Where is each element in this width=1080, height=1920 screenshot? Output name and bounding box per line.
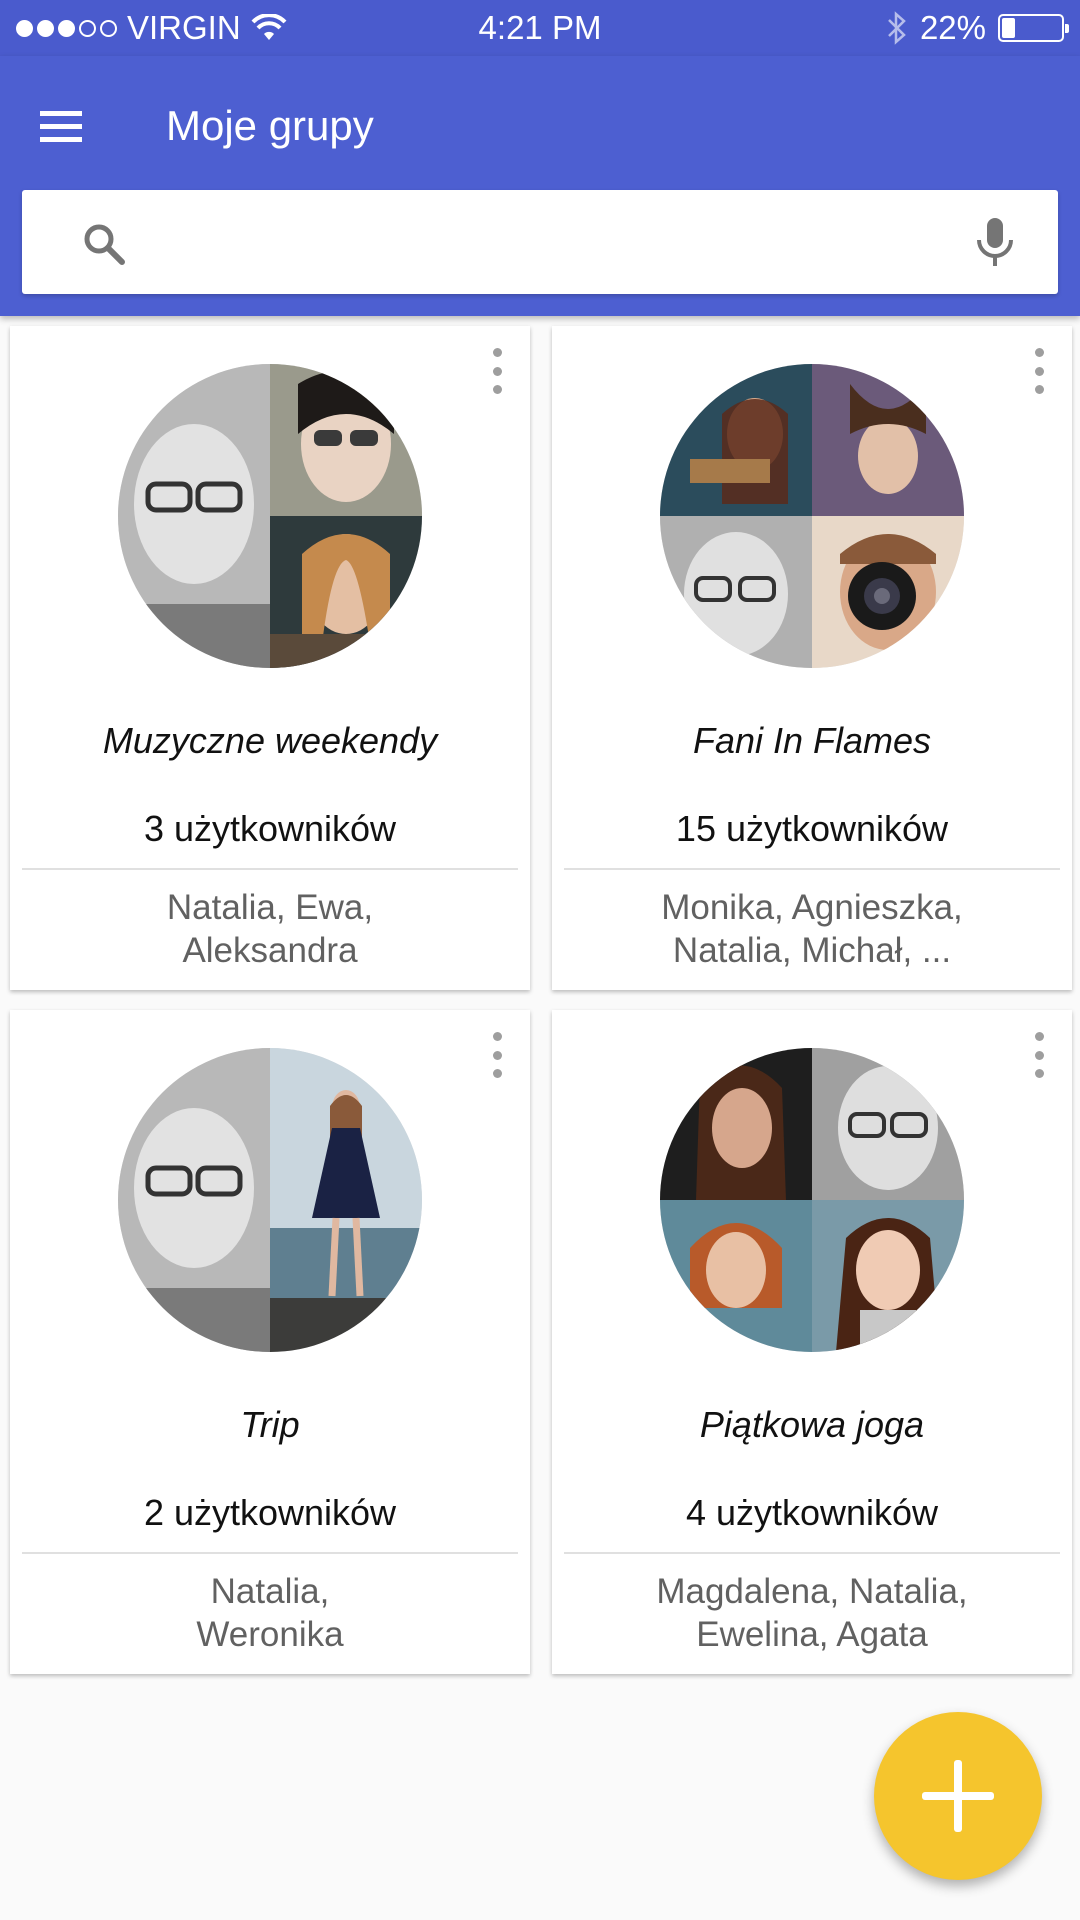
- member-names-line: Ewelina, Agata: [696, 1615, 928, 1654]
- group-title: Muzyczne weekendy: [102, 720, 438, 761]
- group-card[interactable]: Trip 2 użytkowników Natalia, Weronika: [10, 1010, 530, 1674]
- more-vert-icon[interactable]: [1028, 1032, 1050, 1078]
- member-names: Natalia, Ewa, Aleksandra: [40, 886, 500, 972]
- divider: [22, 868, 518, 870]
- carrier-name: VIRGIN: [127, 9, 241, 46]
- member-count: 4 użytkowników: [685, 1492, 939, 1533]
- divider: [564, 1552, 1060, 1554]
- member-count: 3 użytkowników: [143, 808, 397, 849]
- member-names-line: Weronika: [196, 1615, 344, 1654]
- group-avatar: [660, 1048, 964, 1352]
- divider: [564, 868, 1060, 870]
- wifi-icon: [251, 14, 287, 40]
- status-bar: VIRGIN 4:21 PM 22%: [0, 0, 1080, 56]
- page-title: Moje grupy: [166, 102, 374, 149]
- app-bar: Moje grupy: [0, 56, 1080, 316]
- member-names: Monika, Agnieszka, Natalia, Michał, ...: [582, 886, 1042, 972]
- battery-icon: [998, 14, 1069, 42]
- group-avatar: [118, 1048, 422, 1352]
- member-count: 15 użytkowników: [675, 808, 949, 849]
- group-title: Piątkowa joga: [699, 1404, 925, 1445]
- mic-icon[interactable]: [970, 216, 1020, 268]
- search-icon[interactable]: [80, 220, 128, 268]
- member-names-line: Natalia,: [210, 1572, 330, 1611]
- bluetooth-icon: [888, 11, 906, 45]
- add-group-button[interactable]: [874, 1712, 1042, 1880]
- search-input[interactable]: [152, 212, 962, 272]
- signal-strength-icon: [16, 19, 117, 37]
- group-title: Trip: [240, 1404, 300, 1445]
- member-count: 2 użytkowników: [143, 1492, 397, 1533]
- more-vert-icon[interactable]: [486, 1032, 508, 1078]
- member-names: Natalia, Weronika: [40, 1570, 500, 1656]
- battery-percent: 22%: [919, 9, 986, 46]
- group-card[interactable]: Fani In Flames 15 użytkowników Monika, A…: [552, 326, 1072, 990]
- divider: [22, 1552, 518, 1554]
- member-names: Magdalena, Natalia, Ewelina, Agata: [582, 1570, 1042, 1656]
- group-avatar: [660, 364, 964, 668]
- search-bar[interactable]: [22, 190, 1058, 294]
- more-vert-icon[interactable]: [486, 348, 508, 394]
- member-names-line: Aleksandra: [182, 931, 358, 970]
- status-right: 22%: [886, 9, 1069, 47]
- member-names-line: Magdalena, Natalia,: [656, 1572, 968, 1611]
- menu-icon[interactable]: [40, 101, 90, 151]
- group-card[interactable]: Muzyczne weekendy 3 użytkowników Natalia…: [10, 326, 530, 990]
- member-names-line: Natalia, Ewa,: [166, 888, 374, 927]
- member-names-line: Monika, Agnieszka,: [661, 888, 963, 927]
- group-avatar: [118, 364, 422, 668]
- battery-level: [1002, 18, 1015, 38]
- more-vert-icon[interactable]: [1028, 348, 1050, 394]
- member-names-line: Natalia, Michał, ...: [672, 931, 952, 970]
- status-left: VIRGIN: [16, 9, 287, 47]
- group-title: Fani In Flames: [692, 720, 932, 761]
- group-card[interactable]: Piątkowa joga 4 użytkowników Magdalena, …: [552, 1010, 1072, 1674]
